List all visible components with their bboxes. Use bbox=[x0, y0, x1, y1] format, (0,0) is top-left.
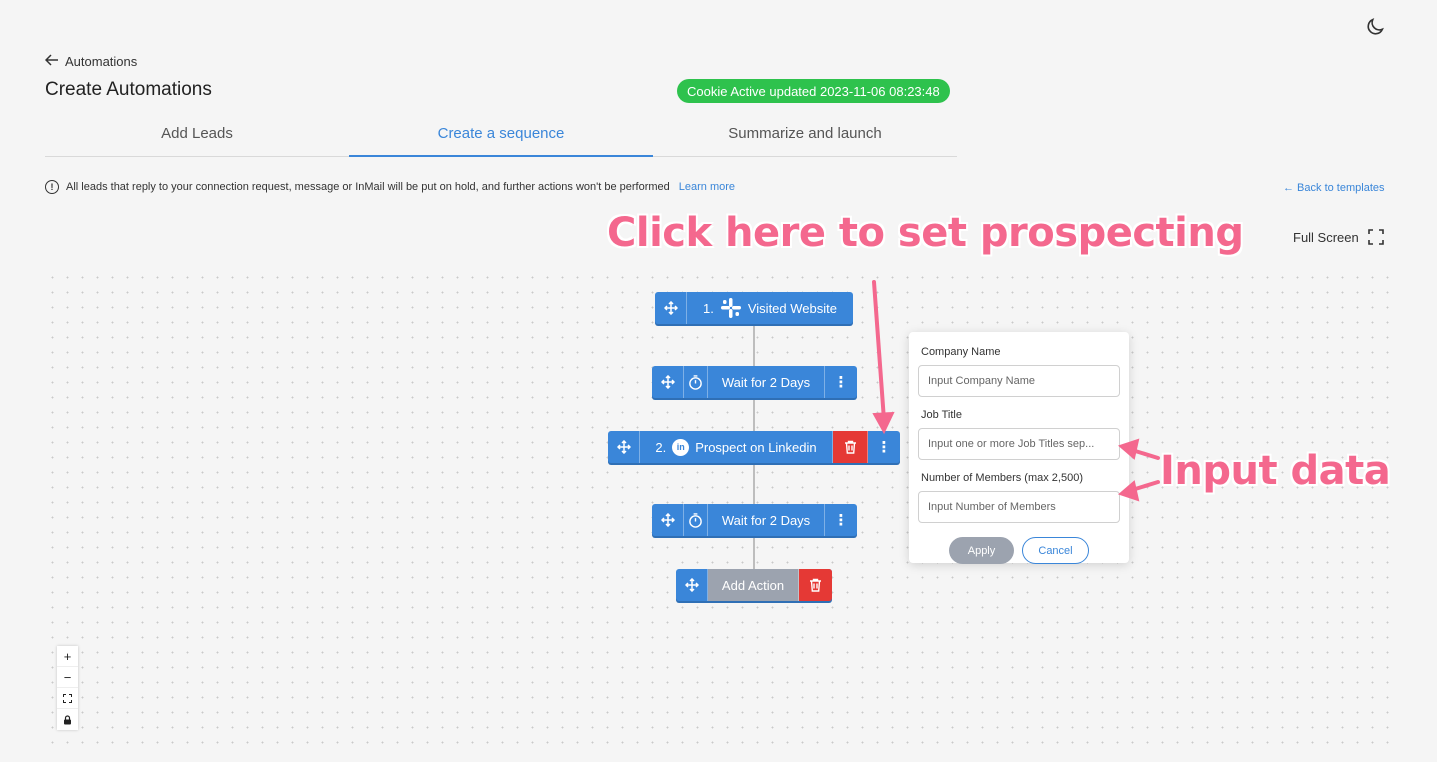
learn-more-link[interactable]: Learn more bbox=[679, 181, 735, 193]
stepper-tabs: Add Leads Create a sequence Summarize an… bbox=[45, 113, 957, 157]
step-title: Wait for 2 Days bbox=[708, 504, 825, 536]
step-label: 2. in Prospect on Linkedin bbox=[640, 431, 833, 463]
sequence-step-visited-website[interactable]: 1. Visited Website bbox=[655, 292, 853, 324]
more-vertical-icon[interactable]: ⋮ bbox=[825, 366, 857, 398]
company-name-label: Company Name bbox=[921, 346, 1001, 358]
notice-text: All leads that reply to your connection … bbox=[66, 181, 670, 193]
moon-icon bbox=[1367, 18, 1384, 35]
back-to-automations-link[interactable]: Automations bbox=[44, 54, 138, 69]
connector-line bbox=[753, 463, 755, 504]
tab-add-leads[interactable]: Add Leads bbox=[45, 113, 349, 156]
drag-handle[interactable] bbox=[652, 366, 684, 398]
sequence-step-wait-1[interactable]: Wait for 2 Days ⋮ bbox=[652, 366, 857, 398]
zoom-controls: + − bbox=[57, 646, 78, 730]
step-label: 1. Visited Website bbox=[687, 292, 853, 324]
job-title-label: Job Title bbox=[921, 409, 962, 421]
fit-view-button[interactable] bbox=[57, 688, 78, 709]
drag-handle[interactable] bbox=[676, 569, 708, 601]
connector-line bbox=[753, 536, 755, 569]
job-title-input[interactable] bbox=[918, 428, 1120, 460]
move-icon bbox=[660, 375, 675, 389]
sequence-step-prospect-linkedin[interactable]: 2. in Prospect on Linkedin ⋮ bbox=[608, 431, 900, 463]
move-icon bbox=[616, 440, 631, 454]
tab-create-sequence[interactable]: Create a sequence bbox=[349, 113, 653, 157]
trash-icon bbox=[810, 578, 821, 592]
delete-action-button[interactable] bbox=[799, 569, 832, 601]
more-vertical-icon[interactable]: ⋮ bbox=[825, 504, 857, 536]
page-title: Create Automations bbox=[45, 79, 212, 100]
connector-line bbox=[753, 325, 755, 366]
back-to-templates-link[interactable]: ← Back to templates bbox=[1283, 182, 1385, 194]
step-title: Prospect on Linkedin bbox=[695, 439, 817, 455]
add-action-button[interactable]: Add Action bbox=[708, 569, 799, 601]
timer-icon bbox=[684, 504, 708, 536]
trash-icon bbox=[844, 440, 856, 454]
full-screen-button[interactable]: Full Screen bbox=[1293, 229, 1384, 245]
zoom-in-button[interactable]: + bbox=[57, 646, 78, 667]
sequence-step-wait-2[interactable]: Wait for 2 Days ⋮ bbox=[652, 504, 857, 536]
linkedin-icon: in bbox=[672, 438, 690, 456]
apply-button[interactable]: Apply bbox=[949, 537, 1014, 564]
lock-button[interactable] bbox=[57, 709, 78, 730]
step-number: 2. bbox=[655, 439, 667, 455]
tab-summarize-launch[interactable]: Summarize and launch bbox=[653, 113, 957, 156]
move-icon bbox=[684, 578, 699, 592]
number-of-members-label: Number of Members (max 2,500) bbox=[921, 472, 1083, 484]
info-icon: ! bbox=[45, 180, 59, 194]
cancel-button[interactable]: Cancel bbox=[1022, 537, 1089, 564]
step-title: Wait for 2 Days bbox=[708, 366, 825, 398]
cookie-status-badge: Cookie Active updated 2023-11-06 08:23:4… bbox=[677, 79, 950, 103]
timer-icon bbox=[684, 366, 708, 398]
delete-step-button[interactable] bbox=[833, 431, 868, 463]
annotation-click-prospecting: Click here to set prospecting bbox=[607, 210, 1244, 256]
expand-icon bbox=[1367, 229, 1384, 245]
prospecting-settings-popup: Company Name Job Title Number of Members… bbox=[909, 332, 1129, 564]
fit-view-icon bbox=[63, 693, 72, 703]
zoom-out-button[interactable]: − bbox=[57, 667, 78, 688]
add-action-node[interactable]: Add Action bbox=[676, 569, 832, 601]
full-screen-label: Full Screen bbox=[1293, 229, 1359, 245]
drag-handle[interactable] bbox=[652, 504, 684, 536]
dark-mode-toggle[interactable] bbox=[1364, 16, 1386, 38]
reply-hold-notice: ! All leads that reply to your connectio… bbox=[45, 180, 735, 194]
step-settings-more-button[interactable]: ⋮ bbox=[868, 431, 900, 463]
arrow-left-icon bbox=[44, 54, 59, 69]
step-number: 1. bbox=[703, 300, 714, 316]
drag-handle[interactable] bbox=[655, 292, 687, 324]
company-name-input[interactable] bbox=[918, 365, 1120, 397]
lock-icon bbox=[64, 714, 71, 724]
annotation-input-data: Input data bbox=[1160, 448, 1391, 494]
move-icon bbox=[663, 301, 678, 315]
number-of-members-input[interactable] bbox=[918, 491, 1120, 523]
connector-line bbox=[753, 398, 755, 431]
drag-handle[interactable] bbox=[608, 431, 640, 463]
back-link-label: Automations bbox=[65, 54, 138, 69]
move-icon bbox=[660, 513, 675, 527]
slack-icon bbox=[720, 298, 741, 318]
step-title: Visited Website bbox=[747, 300, 837, 316]
